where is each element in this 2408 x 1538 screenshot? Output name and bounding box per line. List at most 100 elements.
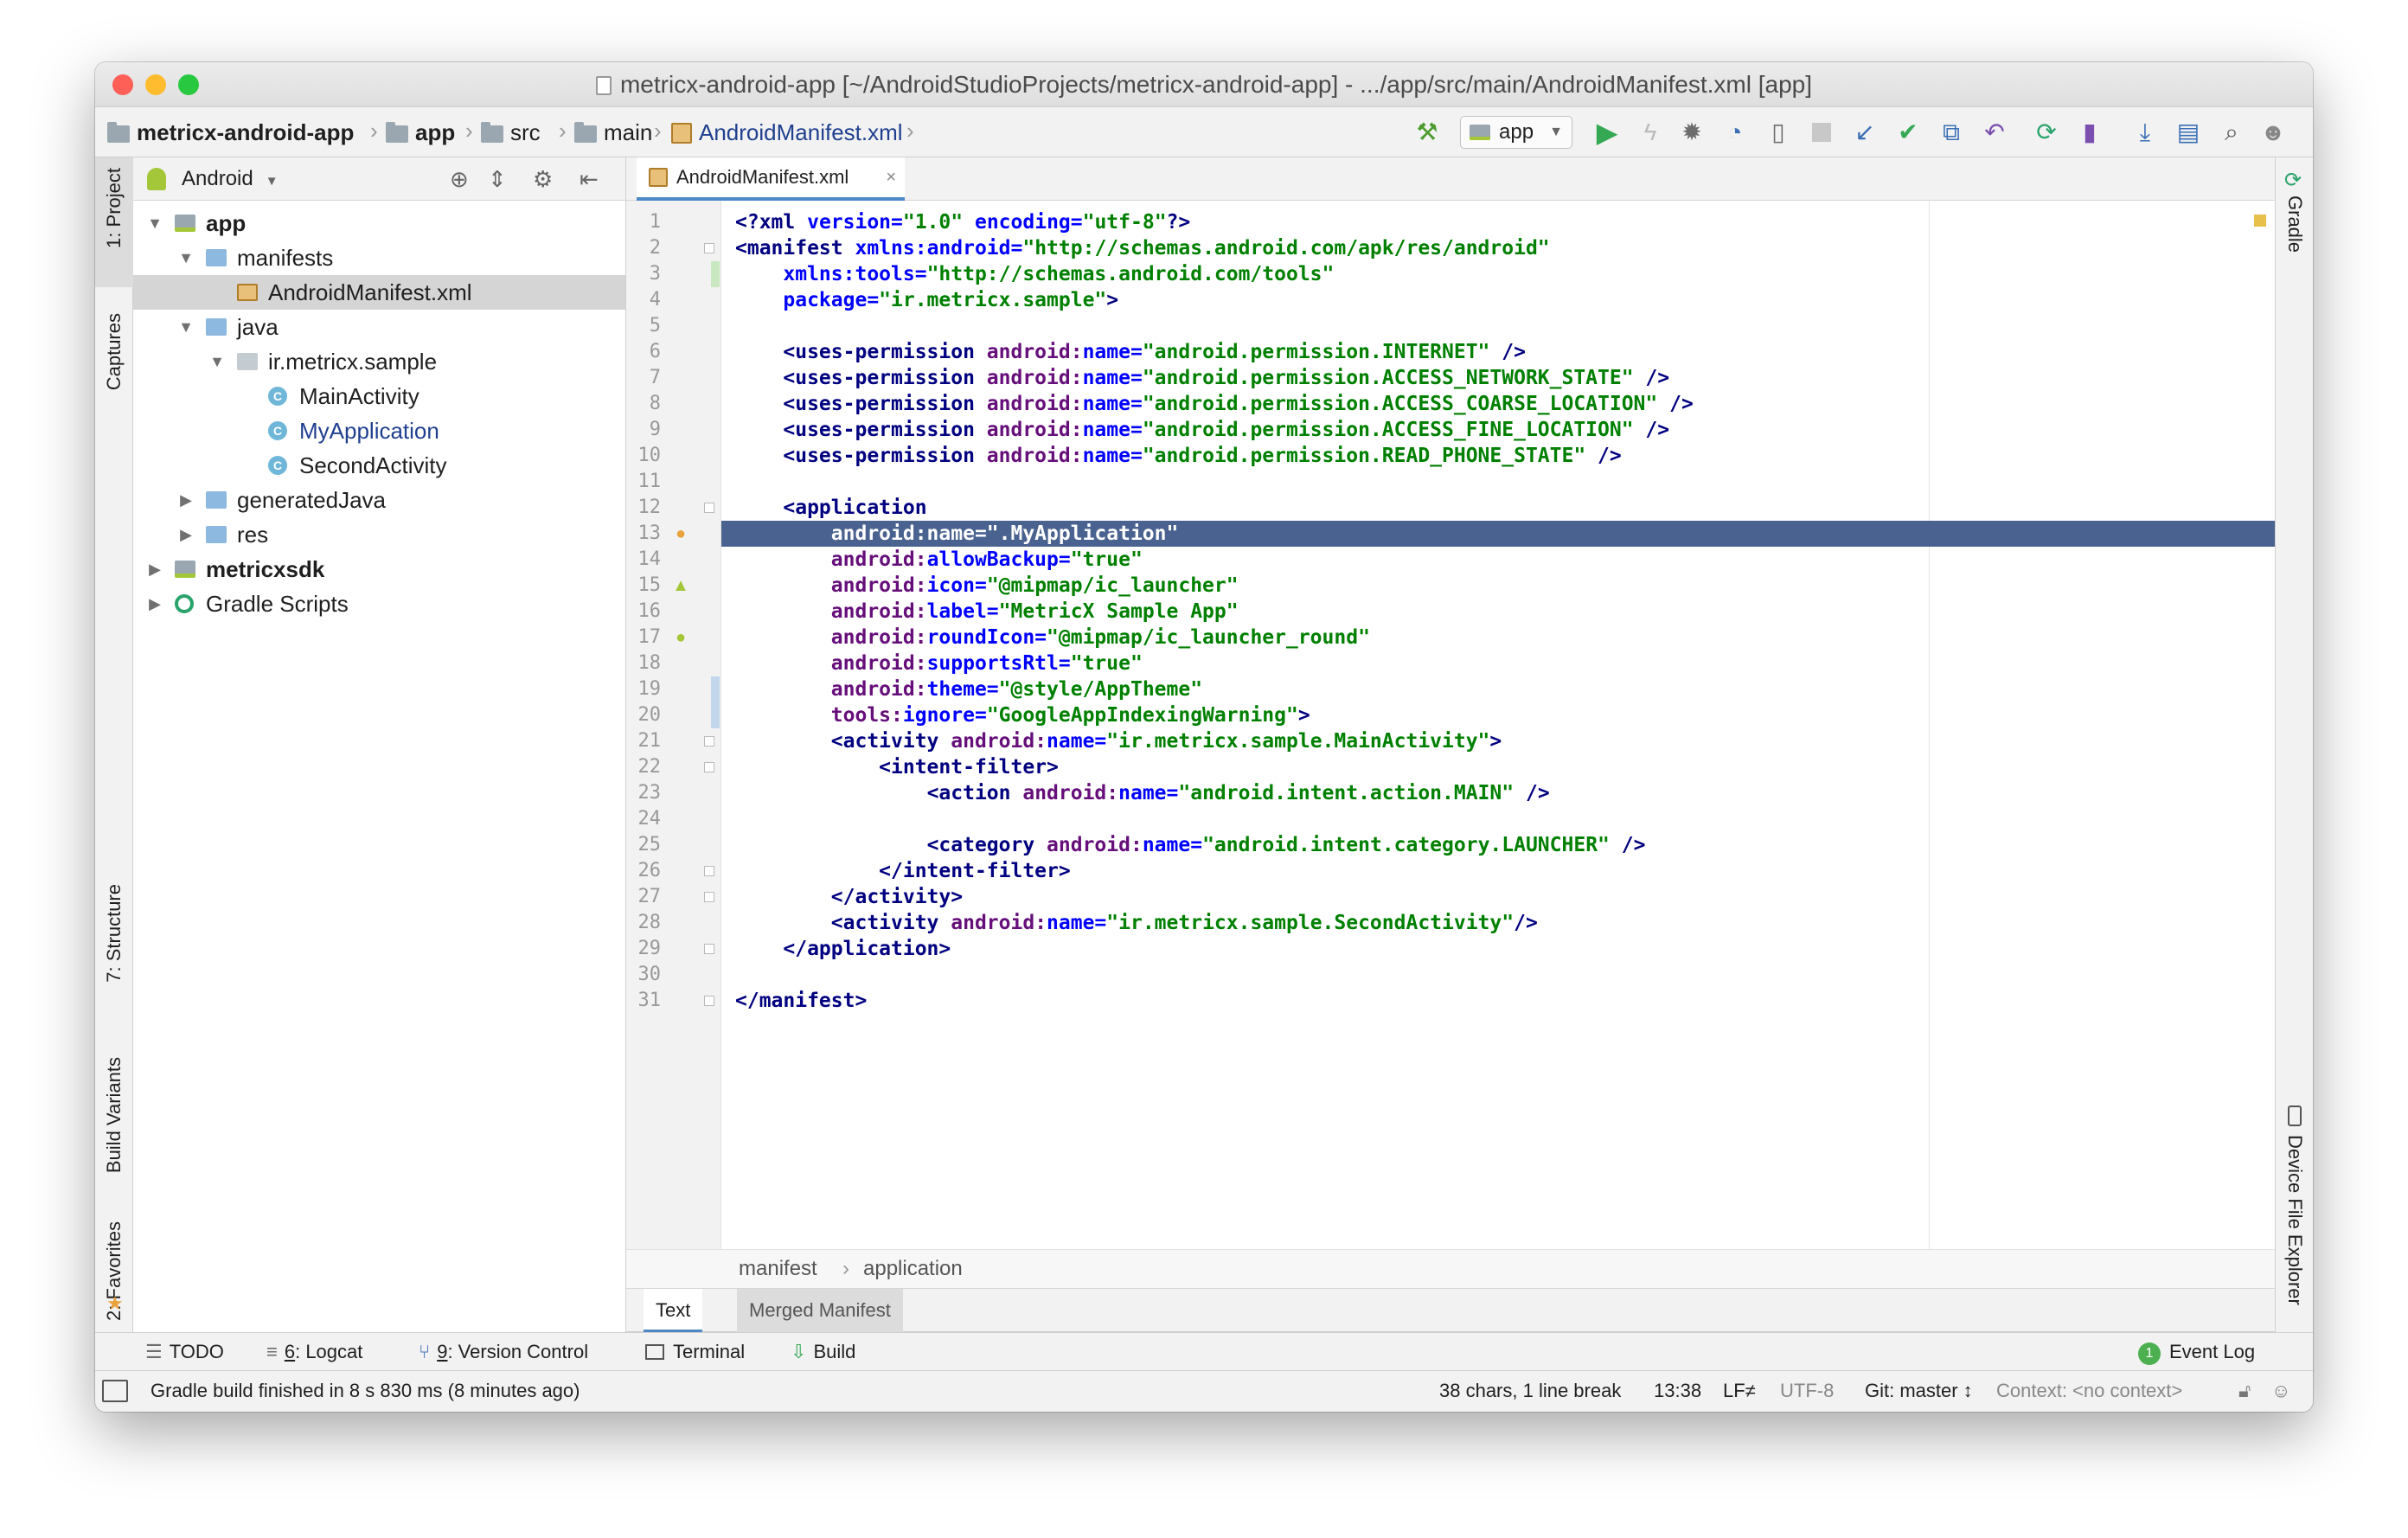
breadcrumb-application[interactable]: application [863,1250,963,1288]
tree-item[interactable]: ▶ Gradle Scripts [133,586,625,621]
tree-item[interactable]: ▶ res [133,517,625,552]
tab-device-file-explorer[interactable]: Device File Explorer [2276,1135,2313,1310]
tab-gradle[interactable]: Gradle [2276,195,2313,257]
tab-captures[interactable]: Captures [95,313,133,394]
close-tab-icon[interactable]: × [886,157,896,197]
tree-item[interactable]: ▶ metricxsdk [133,552,625,586]
line-number: 19 [637,678,662,700]
context-indicator[interactable]: Context: <no context> [1996,1371,2182,1412]
collapse-arrow-icon[interactable]: ▶ [176,517,195,552]
search-icon[interactable]: ⌕ [2218,119,2245,146]
sdk-manager-icon[interactable]: ⤓ [2131,119,2159,146]
project-structure-icon[interactable]: ▤ [2174,119,2202,146]
breadcrumb-manifest[interactable]: manifest [739,1250,817,1288]
tab-merged-manifest[interactable]: Merged Manifest [737,1289,903,1332]
file-encoding[interactable]: UTF-8 [1780,1371,1834,1412]
tab-project[interactable]: 1: Project [95,168,133,253]
lock-icon[interactable]: 🔓︎ [2238,1371,2251,1412]
fold-marker-icon[interactable] [704,944,714,954]
view-selector[interactable]: Android ▼ [182,157,279,201]
locate-icon[interactable]: ⊕ [450,166,469,193]
line-number: 28 [637,912,662,933]
tree-item-label: ir.metricx.sample [268,349,438,375]
tree-item[interactable]: C MainActivity [133,379,625,413]
run-config-select[interactable]: app ▼ [1460,116,1572,149]
code-token: name= [1082,393,1143,415]
attach-debugger-icon[interactable]: ▯ [1764,119,1792,146]
fold-marker-icon[interactable] [704,736,714,747]
vcs-compare-icon[interactable]: ⧉ [1937,119,1965,146]
tree-item[interactable]: ▼ java [133,310,625,344]
profile-icon[interactable]: ◔ [1721,119,1749,146]
tab-build-variants[interactable]: Build Variants [95,1057,133,1177]
hector-icon[interactable]: ☺ [2271,1371,2290,1412]
tool-terminal[interactable]: Terminal [645,1333,745,1371]
tree-item[interactable]: C MyApplication [133,413,625,448]
tree-item[interactable]: ▼ app [133,206,625,240]
git-branch[interactable]: Git: master ↕ [1865,1371,1973,1412]
expand-arrow-icon[interactable]: ▼ [145,206,164,240]
tree-item-label: app [206,210,247,236]
tree-item[interactable]: C SecondActivity [133,448,625,483]
tree-item[interactable]: ▼ ir.metricx.sample [133,344,625,379]
stop-icon[interactable] [1808,119,1835,146]
breadcrumb-main[interactable]: main [574,107,652,157]
collapse-arrow-icon[interactable]: ▶ [145,552,164,586]
tab-structure[interactable]: 7: Structure [95,884,133,987]
sync-gradle-icon[interactable]: ⟳ [2033,119,2060,146]
hammer-icon[interactable]: ⚒ [1413,119,1441,146]
user-icon[interactable]: ☻ [2259,119,2287,146]
code-token: "android.permission.INTERNET" [1142,341,1490,363]
logcat-icon: ≡ [266,1341,278,1362]
expand-arrow-icon[interactable]: ▼ [176,240,195,275]
run-icon[interactable]: ▶ [1593,119,1621,146]
avd-manager-icon[interactable]: ▮ [2076,119,2104,146]
vcs-commit-icon[interactable]: ✔ [1894,119,1922,146]
line-separator[interactable]: LF≠ [1723,1371,1756,1412]
vcs-update-icon[interactable]: ↙ [1851,119,1879,146]
breadcrumb-app[interactable]: app [386,107,455,157]
fold-marker-icon[interactable] [704,892,714,902]
gear-icon[interactable]: ⚙ [533,166,553,193]
toggle-tool-windows-icon[interactable] [102,1380,128,1402]
fold-marker-icon[interactable] [704,866,714,876]
line-number: 4 [649,289,661,311]
expand-arrow-icon[interactable]: ▼ [176,310,195,344]
collapse-all-icon[interactable]: ⇕ [488,166,507,193]
inspection-status-icon[interactable] [2254,215,2266,227]
tool-build[interactable]: ⇩ Build [791,1333,855,1371]
code-editor[interactable]: <?xml version="1.0" encoding="utf-8"?> <m… [721,201,2275,1249]
collapse-arrow-icon[interactable]: ▶ [176,483,195,517]
tool-version-control[interactable]: ⑂ 9: Version Control [419,1333,588,1371]
expand-arrow-icon[interactable]: ▼ [208,344,227,379]
status-message[interactable]: Gradle build finished in 8 s 830 ms (8 m… [150,1371,580,1412]
line-number: 10 [637,445,662,466]
android-resource-icon[interactable]: ▲ [671,576,690,595]
caret-position[interactable]: 13:38 [1654,1371,1701,1412]
debug-icon[interactable]: ✹ [1678,119,1706,146]
vcs-change-marker[interactable] [711,676,720,728]
tab-text[interactable]: Text [644,1289,703,1332]
collapse-arrow-icon[interactable]: ▶ [145,586,164,621]
tool-event-log[interactable]: 1 Event Log [2138,1333,2255,1371]
tool-logcat[interactable]: ≡ 6: Logcat [266,1333,362,1371]
fold-marker-icon[interactable] [704,243,714,253]
android-resource-icon[interactable]: ● [671,628,690,647]
breadcrumb-file[interactable]: AndroidManifest.xml [671,107,903,157]
hide-panel-icon[interactable]: ⇤ [580,166,599,193]
apply-changes-icon[interactable]: ϟ [1636,119,1664,146]
tree-item[interactable]: ▼ manifests [133,240,625,275]
fold-marker-icon[interactable] [704,762,714,772]
vcs-revert-icon[interactable]: ↶ [1981,119,2008,146]
vcs-change-marker[interactable] [711,261,720,287]
tree-item[interactable]: ▶ generatedJava [133,483,625,517]
breadcrumb-src[interactable]: src [481,107,541,157]
editor-tab-androidmanifest[interactable]: AndroidManifest.xml × [637,157,905,201]
fold-marker-icon[interactable] [704,996,714,1006]
fold-marker-icon[interactable] [704,503,714,513]
breadcrumb-project[interactable]: metricx-android-app [107,107,354,157]
tree-item[interactable]: AndroidManifest.xml [133,275,625,310]
intention-bulb-icon[interactable]: ● [671,524,690,543]
tool-todo[interactable]: ☰ TODO [145,1333,224,1371]
